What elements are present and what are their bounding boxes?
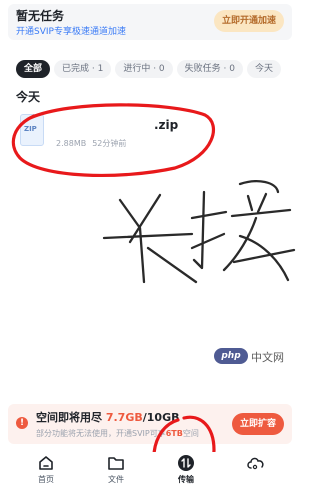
svip-accelerate-button[interactable]: 立即开通加速 xyxy=(213,10,284,32)
zip-file-icon: ZIP xyxy=(20,114,44,146)
zip-icon-label: ZIP xyxy=(24,125,37,133)
filter-in-progress[interactable]: 进行中 · 0 xyxy=(115,60,173,78)
php-logo: php xyxy=(214,348,248,364)
home-icon xyxy=(39,456,53,470)
tab-home[interactable]: 首页 xyxy=(26,454,66,490)
folder-icon xyxy=(108,457,124,470)
tab-cloud[interactable] xyxy=(236,454,276,490)
task-status-card: 暂无任务 开通SVIP专享极速通道加速 立即开通加速 xyxy=(8,4,292,40)
file-size: 2.88MB xyxy=(56,139,87,148)
storage-warning-card: ! 空间即将用尽 7.7GB/10GB 部分功能将无法使用，开通SVIP可享6T… xyxy=(8,404,292,444)
storage-title: 空间即将用尽 7.7GB/10GB xyxy=(36,409,180,425)
tab-home-label: 首页 xyxy=(38,475,54,484)
tab-files[interactable]: 文件 xyxy=(96,454,136,490)
file-meta: 2.88MB 52分钟前 xyxy=(56,138,132,149)
file-time: 52分钟前 xyxy=(92,139,127,148)
storage-subtitle: 部分功能将无法使用，开通SVIP可享6TB空间 xyxy=(36,428,199,439)
bottom-tab-bar: 首页 文件 传输 xyxy=(0,452,300,491)
warning-icon: ! xyxy=(16,417,28,429)
tab-files-label: 文件 xyxy=(108,475,124,484)
file-name: .zip xyxy=(154,118,179,132)
php-logo-text: php xyxy=(221,351,241,361)
filter-failed[interactable]: 失败任务 · 0 xyxy=(176,60,243,78)
transfer-icon xyxy=(178,455,194,471)
filter-all[interactable]: 全部 xyxy=(16,60,51,78)
filter-chips: 全部 已完成 · 1 进行中 · 0 失败任务 · 0 今天 xyxy=(16,56,285,78)
cloud-icon xyxy=(247,457,264,470)
status-title: 暂无任务 xyxy=(16,9,65,23)
filter-completed[interactable]: 已完成 · 1 xyxy=(54,60,112,78)
watermark-text: 中文网 xyxy=(251,351,284,364)
storage-subtitle-text: 部分功能将无法使用，开通SVIP可享 xyxy=(36,429,166,438)
filter-today[interactable]: 今天 xyxy=(246,60,281,78)
tab-transfer-label: 传输 xyxy=(178,475,194,484)
storage-subtitle-suffix: 空间 xyxy=(182,429,199,438)
storage-highlight: 6TB xyxy=(165,429,183,438)
storage-used: 7.7GB xyxy=(105,411,143,424)
svip-promo-link[interactable]: 开通SVIP专享极速通道加速 xyxy=(16,24,126,37)
section-date-label: 今天 xyxy=(16,90,41,104)
tab-transfer[interactable]: 传输 xyxy=(166,454,206,490)
storage-title-text: 空间即将用尽 xyxy=(36,411,102,424)
expand-storage-button[interactable]: 立即扩容 xyxy=(231,413,284,435)
storage-total: /10GB xyxy=(142,411,180,424)
php-cn-watermark: php 中文网 xyxy=(214,348,294,364)
handwriting-signature xyxy=(102,180,296,284)
file-list-item[interactable]: ZIP .zip 2.88MB 52分钟前 xyxy=(16,108,284,156)
